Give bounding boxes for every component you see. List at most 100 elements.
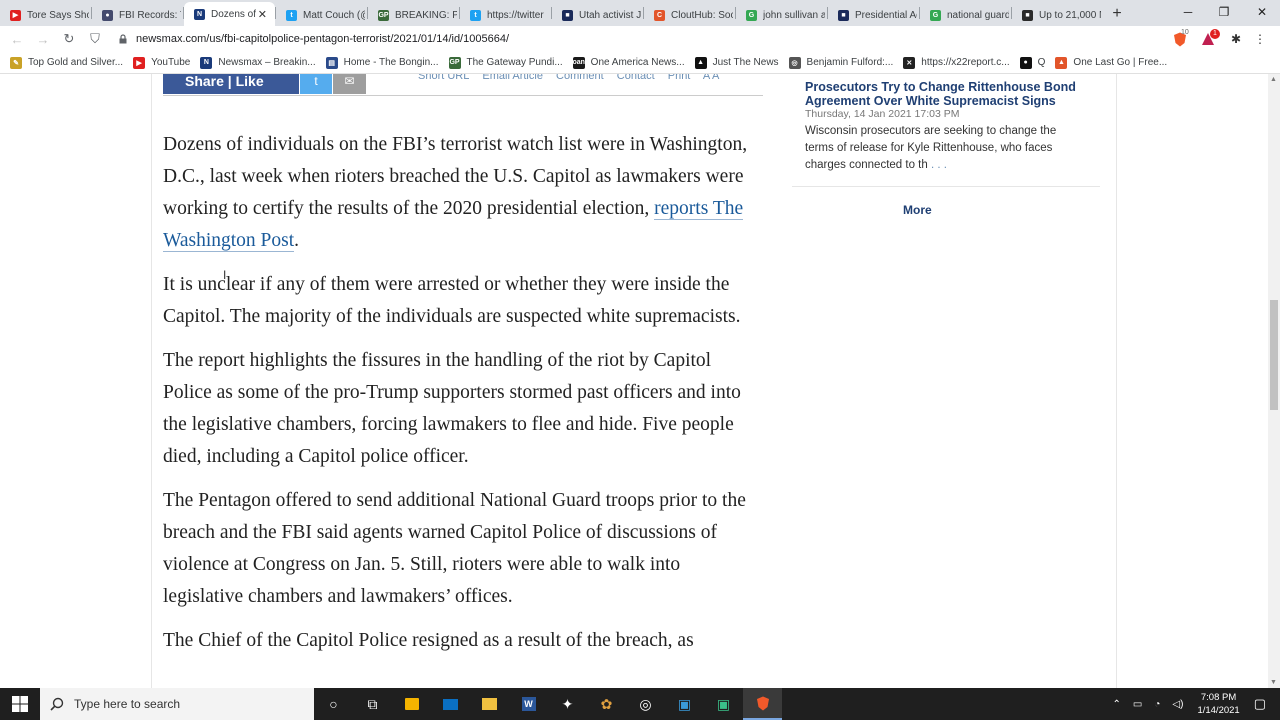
- email-share-button[interactable]: ✉: [333, 74, 366, 94]
- content-border-left: [151, 74, 152, 688]
- back-button[interactable]: ←: [4, 28, 30, 50]
- new-tab-button[interactable]: +: [1103, 2, 1131, 26]
- search-icon: [50, 697, 64, 711]
- chrome-icon[interactable]: ◎: [626, 688, 665, 720]
- bookmark-item[interactable]: ▲ Just The News: [694, 56, 779, 69]
- url-text[interactable]: newsmax.com/us/fbi-capitolpolice-pentago…: [136, 33, 509, 45]
- bookmark-label: Top Gold and Silver...: [28, 57, 124, 68]
- facebook-share-button[interactable]: Share | Like: [163, 74, 299, 94]
- article-paragraph: The Pentagon offered to send additional …: [163, 490, 746, 607]
- brave-badge: 10: [1181, 29, 1189, 36]
- tab-close-icon[interactable]: ✕: [258, 8, 267, 21]
- share-links: Short URL Email Article Comment Contact …: [418, 74, 729, 82]
- tab-1[interactable]: ▶ Tore Says Sho: [0, 4, 91, 26]
- article-text-end: .: [294, 230, 300, 251]
- bookmark-item[interactable]: GP The Gateway Pundi...: [448, 56, 563, 69]
- bookmark-item[interactable]: ✕ https://x22report.c...: [903, 56, 1010, 69]
- notifications-icon[interactable]: ▢: [1254, 696, 1266, 712]
- bookmark-item[interactable]: ▲ One Last Go | Free...: [1055, 56, 1167, 69]
- share-bar: Share | Like t ✉ Short URL Email Article…: [163, 74, 763, 96]
- menu-icon[interactable]: ⋮: [1250, 29, 1270, 49]
- windows-icon: [12, 696, 28, 712]
- address-bar[interactable]: newsmax.com/us/fbi-capitolpolice-pentago…: [112, 29, 1164, 49]
- app2-icon[interactable]: ▣: [665, 688, 704, 720]
- taskbar-search[interactable]: Type here to search: [40, 688, 314, 720]
- tab-strip: ▶ Tore Says Sho ● FBI Records: Th N Dozens of…: [0, 0, 1280, 26]
- task-view-icon[interactable]: ⧉: [353, 688, 392, 720]
- bookmark-item[interactable]: oan One America News...: [572, 56, 685, 69]
- scroll-down-icon[interactable]: ▼: [1270, 679, 1277, 686]
- tab-7[interactable]: ■ Utah activist Jo: [552, 4, 643, 26]
- scrollbar-thumb[interactable]: [1270, 300, 1278, 410]
- tab-5[interactable]: GP BREAKING: Pre: [368, 4, 459, 26]
- rewards-icon[interactable]: 1: [1198, 29, 1220, 49]
- tab-9[interactable]: Gjohn sullivan a: [736, 4, 827, 26]
- more-link[interactable]: More: [903, 203, 932, 217]
- tab-2[interactable]: ● FBI Records: Th: [92, 4, 183, 26]
- lock-icon: [119, 34, 127, 44]
- bookmark-item[interactable]: ▤ Home - The Bongin...: [325, 56, 439, 69]
- scroll-up-icon[interactable]: ▲: [1270, 76, 1277, 83]
- tab-title: https://twitter: [487, 9, 544, 21]
- volume-icon[interactable]: ◁): [1172, 699, 1183, 710]
- tab-8[interactable]: C CloutHub: Soc: [644, 4, 735, 26]
- tab-favicon-icon: C: [654, 9, 665, 21]
- bookmark-icon: ▶: [133, 56, 146, 69]
- bookmark-item[interactable]: ✎ Top Gold and Silver...: [10, 56, 124, 69]
- email-article-link[interactable]: Email Article: [482, 74, 543, 82]
- brave-icon[interactable]: [743, 688, 782, 720]
- clock[interactable]: 7:08 PM 1/14/2021: [1197, 691, 1239, 717]
- tab-6[interactable]: t https://twitter: [460, 4, 551, 26]
- tab-favicon-icon: ▶: [10, 9, 21, 21]
- store-icon[interactable]: [392, 688, 431, 720]
- bookmark-label: Benjamin Fulford:...: [806, 57, 894, 68]
- bookmark-item[interactable]: N Newsmax – Breakin...: [200, 56, 316, 69]
- tab-4[interactable]: t Matt Couch (@: [276, 4, 367, 26]
- minimize-button[interactable]: ─: [1170, 0, 1206, 24]
- wifi-icon[interactable]: ◔: [1154, 699, 1160, 710]
- bookmark-item[interactable]: ▶ YouTube: [133, 56, 190, 69]
- tab-title: Presidential Ac: [855, 9, 917, 21]
- tab-12[interactable]: ■ Up to 21,000 N: [1012, 4, 1103, 26]
- cortana-icon[interactable]: ○: [314, 688, 353, 720]
- bookmark-item[interactable]: ● Q: [1019, 56, 1046, 69]
- network-icon[interactable]: ▭: [1133, 699, 1142, 710]
- print-link[interactable]: Print: [668, 74, 691, 82]
- bookmark-item[interactable]: ◎ Benjamin Fulford:...: [788, 56, 894, 69]
- comment-link[interactable]: Comment: [556, 74, 604, 82]
- forward-button[interactable]: →: [30, 28, 56, 50]
- sidebar-date: Thursday, 14 Jan 2021 17:03 PM: [805, 108, 960, 120]
- bookmark-label: Q: [1037, 57, 1046, 68]
- extensions-icon[interactable]: ✱: [1226, 29, 1246, 49]
- chevron-up-icon[interactable]: ⌃: [1113, 699, 1121, 710]
- word-icon[interactable]: W: [509, 688, 548, 720]
- start-button[interactable]: [0, 688, 40, 720]
- twitter-share-button[interactable]: t: [300, 74, 332, 94]
- contact-link[interactable]: Contact: [617, 74, 655, 82]
- article-paragraph: The report highlights the fissures in th…: [163, 350, 741, 467]
- paint-icon[interactable]: ✿: [587, 688, 626, 720]
- brave-shield-icon[interactable]: 10: [1170, 29, 1190, 49]
- short-url-link[interactable]: Short URL: [418, 74, 469, 82]
- sidebar-ellipsis[interactable]: . . .: [928, 159, 947, 171]
- page-scrollbar[interactable]: ▲ ▼: [1268, 74, 1280, 688]
- bookmark-icon: ▲: [1055, 56, 1068, 69]
- window-close-button[interactable]: ✕: [1244, 0, 1280, 24]
- tab-11[interactable]: Gnational guard: [920, 4, 1011, 26]
- windows-taskbar: Type here to search ○ ⧉ W ✦ ✿ ◎ ▣ ▣ ⌃ ▭ …: [0, 688, 1280, 720]
- bookmark-icon[interactable]: ⛉: [82, 28, 108, 50]
- app-icon[interactable]: ✦: [548, 688, 587, 720]
- bookmark-icon: oan: [572, 56, 585, 69]
- tab-10[interactable]: ■ Presidential Ac: [828, 4, 919, 26]
- sidebar-headline-link[interactable]: Prosecutors Try to Change Rittenhouse Bo…: [805, 80, 1097, 108]
- mail-icon[interactable]: [431, 688, 470, 720]
- tab-title: FBI Records: Th: [119, 9, 181, 21]
- reload-button[interactable]: ↻: [56, 28, 82, 50]
- system-tray: ⌃ ▭ ◔ ◁) 7:08 PM 1/14/2021 ▢: [1107, 688, 1280, 720]
- tab-3[interactable]: N Dozens of ✕: [184, 2, 275, 26]
- app3-icon[interactable]: ▣: [704, 688, 743, 720]
- font-size-link[interactable]: A A: [703, 74, 720, 82]
- bookmark-icon: ✎: [10, 56, 22, 69]
- file-explorer-icon[interactable]: [470, 688, 509, 720]
- restore-button[interactable]: ❐: [1206, 0, 1242, 24]
